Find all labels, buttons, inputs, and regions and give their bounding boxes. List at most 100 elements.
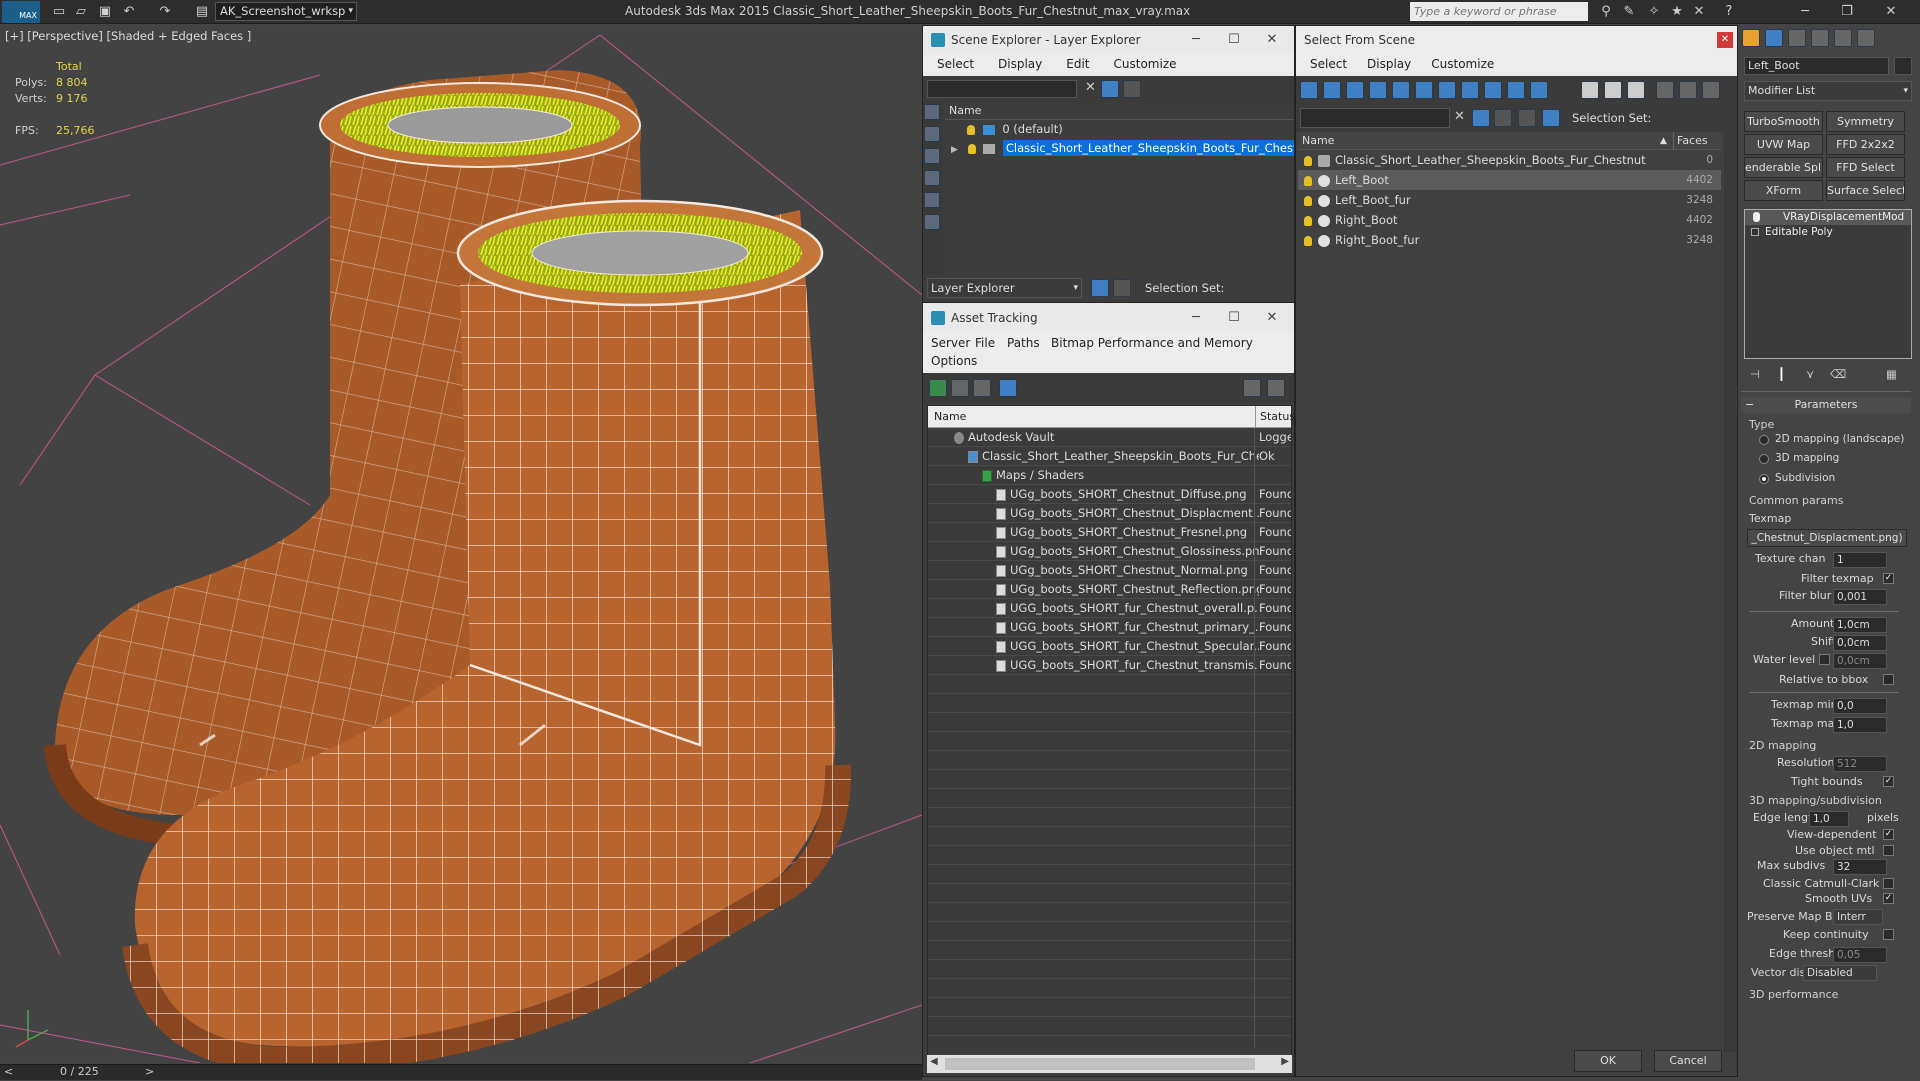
settings-icon[interactable] bbox=[1267, 379, 1285, 397]
clear-search-icon[interactable]: ✕ bbox=[1454, 109, 1465, 124]
filter-icon[interactable] bbox=[1101, 80, 1119, 98]
menu-paths[interactable]: Paths bbox=[1007, 336, 1040, 350]
layer-explorer-icon[interactable] bbox=[1091, 279, 1109, 297]
cancel-button[interactable]: Cancel bbox=[1654, 1050, 1722, 1072]
workspace-dropdown[interactable]: AK_Screenshot_wrksp ▾ bbox=[215, 2, 357, 21]
new-file-icon[interactable]: ▭ bbox=[50, 3, 68, 21]
radio-subdivision[interactable] bbox=[1759, 474, 1769, 484]
texmap-min-spinner[interactable]: 0,0 bbox=[1833, 698, 1887, 714]
select-from-scene-titlebar[interactable]: Select From Scene ✕ bbox=[1296, 26, 1737, 54]
minimize-window-icon[interactable]: ─ bbox=[1790, 3, 1820, 21]
edge-length-spinner[interactable]: 1,0 bbox=[1809, 811, 1849, 827]
asset-tracking-titlebar[interactable]: Asset Tracking ─ ☐ ✕ bbox=[923, 303, 1294, 333]
menu-select[interactable]: Select bbox=[1296, 54, 1347, 76]
filter-bones-icon[interactable] bbox=[1484, 81, 1502, 99]
exchange-icon[interactable]: ✕ bbox=[1690, 3, 1708, 21]
display-helpers-icon[interactable] bbox=[924, 192, 940, 208]
binoculars-icon[interactable]: ⚲ bbox=[1597, 3, 1615, 21]
menu-display[interactable]: Display bbox=[1347, 54, 1411, 76]
water-level-spinner[interactable]: 0,0cm bbox=[1833, 653, 1887, 669]
preserve-map-dropdown[interactable]: Interr bbox=[1833, 909, 1883, 925]
light-bulb-icon[interactable] bbox=[1304, 195, 1312, 206]
keep-continuity-checkbox[interactable] bbox=[1883, 929, 1894, 940]
relative-bbox-checkbox[interactable] bbox=[1883, 674, 1894, 685]
texmap-max-spinner[interactable]: 1,0 bbox=[1833, 717, 1887, 733]
asset-status-column-header[interactable]: Status bbox=[1255, 406, 1295, 428]
asset-row[interactable]: UGg_boots_SHORT_Chestnut_Glossiness.png F… bbox=[928, 542, 1291, 561]
light-bulb-icon[interactable] bbox=[1304, 155, 1312, 166]
scroll-right-icon[interactable]: ▶ bbox=[1281, 1056, 1289, 1067]
pin-stack-icon[interactable]: ⊣ bbox=[1750, 367, 1760, 381]
stack-item-editable-poly[interactable]: Editable Poly bbox=[1745, 225, 1911, 240]
layer-tools-icon[interactable] bbox=[1123, 80, 1141, 98]
undo-icon[interactable]: ↶ bbox=[120, 3, 138, 21]
hierarchy-icon[interactable] bbox=[1542, 109, 1560, 127]
redo-icon[interactable]: ↷ bbox=[156, 3, 174, 21]
filter-icon[interactable] bbox=[1472, 109, 1490, 127]
filter-spacewarps-icon[interactable] bbox=[1415, 81, 1433, 99]
scene-object-row[interactable]: Left_Boot_fur 3248 bbox=[1298, 190, 1721, 210]
asset-row[interactable]: UGg_boots_SHORT_Chestnut_Diffuse.png Foun… bbox=[928, 485, 1291, 504]
filter-cameras-icon[interactable] bbox=[1369, 81, 1387, 99]
object-name-field[interactable]: Left_Boot bbox=[1744, 57, 1889, 75]
help-icon[interactable]: ? bbox=[1720, 3, 1738, 21]
select-invert-icon[interactable] bbox=[1627, 81, 1645, 99]
list-view-icon[interactable] bbox=[951, 379, 969, 397]
asset-row[interactable]: UGG_boots_SHORT_fur_Chestnut_Specular...… bbox=[928, 637, 1291, 656]
amount-spinner[interactable]: 1,0cm bbox=[1833, 617, 1887, 633]
remove-modifier-icon[interactable]: ⌫ bbox=[1830, 367, 1846, 381]
layer-sort-icon[interactable] bbox=[1518, 109, 1536, 127]
asset-row[interactable]: UGg_boots_SHORT_Chestnut_Normal.png Found bbox=[928, 561, 1291, 580]
menu-edit[interactable]: Edit bbox=[1042, 54, 1089, 76]
timeline-slider[interactable]: < 0 / 225 > bbox=[0, 1064, 922, 1080]
filter-blur-spinner[interactable]: 0,001 bbox=[1833, 589, 1887, 605]
hierarchy-icon[interactable] bbox=[1113, 279, 1131, 297]
light-bulb-icon[interactable] bbox=[967, 143, 976, 154]
table-view-icon[interactable] bbox=[999, 379, 1017, 397]
asset-row[interactable]: Autodesk Vault Logge bbox=[928, 428, 1291, 447]
expand-plus-icon[interactable] bbox=[1751, 228, 1759, 236]
ffd-2x2x2-button[interactable]: FFD 2x2x2 bbox=[1826, 134, 1905, 155]
menu-server[interactable]: Server bbox=[931, 336, 970, 350]
scene-explorer-titlebar[interactable]: Scene Explorer - Layer Explorer ─ ☐ ✕ bbox=[923, 26, 1294, 54]
asset-row[interactable]: UGg_boots_SHORT_Chestnut_Fresnel.png Foun… bbox=[928, 523, 1291, 542]
close-icon[interactable]: ✕ bbox=[1717, 32, 1733, 48]
columns-icon[interactable] bbox=[1702, 81, 1720, 99]
layer-row-boots[interactable]: ▶ Classic_Short_Leather_Sheepskin_Boots_… bbox=[945, 139, 1294, 158]
asset-row[interactable]: Maps / Shaders bbox=[928, 466, 1291, 485]
turbosmooth-button[interactable]: TurboSmooth bbox=[1744, 111, 1823, 132]
maximize-icon[interactable]: ☐ bbox=[1220, 303, 1248, 333]
app-logo-icon[interactable]: MAX bbox=[2, 1, 40, 23]
ffd-select-button[interactable]: FFD Select bbox=[1826, 157, 1905, 178]
make-unique-icon[interactable]: ⋎ bbox=[1806, 367, 1814, 381]
edge-thresh-spinner[interactable]: 0,05 bbox=[1833, 947, 1887, 963]
object-color-swatch[interactable] bbox=[1894, 57, 1912, 75]
layers-icon[interactable] bbox=[1494, 109, 1512, 127]
display-shapes-icon[interactable] bbox=[924, 126, 940, 142]
asset-row[interactable]: UGg_boots_SHORT_Chestnut_Reflection.png F… bbox=[928, 580, 1291, 599]
scene-object-row[interactable]: Left_Boot 4402 bbox=[1298, 170, 1721, 190]
maximize-window-icon[interactable]: ❐ bbox=[1832, 3, 1862, 21]
max-subdivs-spinner[interactable]: 32 bbox=[1833, 859, 1887, 875]
minimize-icon[interactable]: ─ bbox=[1182, 303, 1210, 333]
light-bulb-icon[interactable] bbox=[1304, 175, 1312, 186]
light-bulb-icon[interactable] bbox=[1304, 215, 1312, 226]
timeline-counter[interactable]: 0 / 225 bbox=[60, 1065, 99, 1078]
vector-displ-dropdown[interactable]: Disabled bbox=[1803, 965, 1877, 981]
asset-row[interactable]: Classic_Short_Leather_Sheepskin_Boots_Fu… bbox=[928, 447, 1291, 466]
filter-helpers-icon[interactable] bbox=[1392, 81, 1410, 99]
select-all-icon[interactable] bbox=[1581, 81, 1599, 99]
configure-sets-icon[interactable]: ▦ bbox=[1886, 367, 1897, 381]
object-faces-column-header[interactable]: Faces bbox=[1673, 132, 1708, 150]
maximize-icon[interactable]: ☐ bbox=[1220, 26, 1248, 54]
filter-geometry-icon[interactable] bbox=[1300, 81, 1318, 99]
light-bulb-icon[interactable] bbox=[967, 124, 975, 135]
find-input[interactable] bbox=[1300, 108, 1450, 128]
display-cameras-icon[interactable] bbox=[924, 170, 940, 186]
help-icon[interactable] bbox=[1243, 379, 1261, 397]
menu-file[interactable]: File bbox=[975, 336, 995, 350]
resolution-spinner[interactable]: 512 bbox=[1833, 756, 1887, 772]
scene-object-row[interactable]: Right_Boot_fur 3248 bbox=[1298, 230, 1721, 250]
light-bulb-icon[interactable] bbox=[1753, 212, 1760, 222]
keyword-search-input[interactable]: Type a keyword or phrase bbox=[1410, 2, 1588, 21]
